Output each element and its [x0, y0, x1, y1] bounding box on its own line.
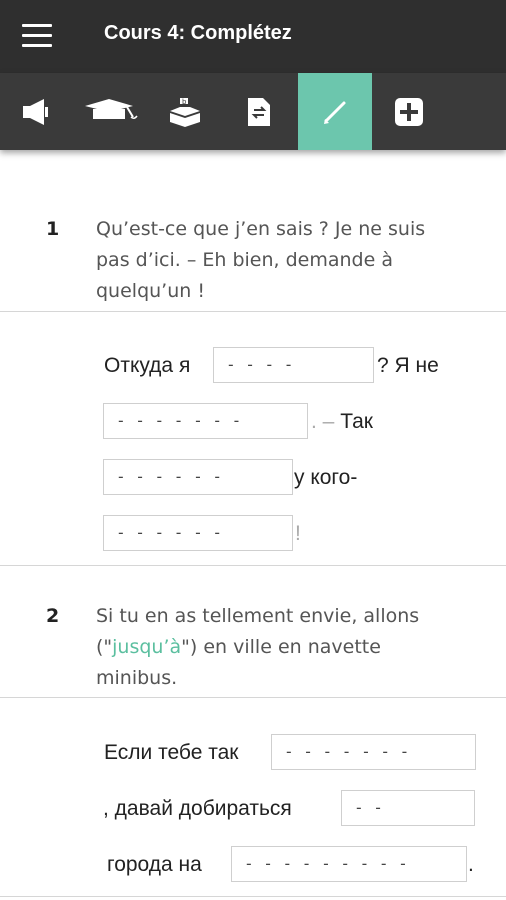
french-line: minibus. [96, 667, 178, 689]
russian-text: у кого- [294, 466, 358, 489]
russian-word: Так [340, 410, 373, 433]
divider [0, 565, 506, 566]
tool-exercise[interactable] [298, 73, 372, 150]
french-fragment: ") en ville en navette [181, 636, 381, 658]
russian-text: Если тебе так [104, 741, 239, 764]
divider [0, 697, 506, 698]
punctuation: . – [311, 410, 335, 433]
stamp-icon: b [170, 97, 200, 127]
russian-text: , давай добираться [103, 797, 292, 820]
french-line: Qu’est-ce que j’en sais ? Je ne suis [96, 218, 426, 240]
answer-gap-input[interactable]: - - [341, 790, 475, 826]
pencil-icon [324, 101, 346, 124]
highlighted-word[interactable]: jusqu’à [112, 636, 181, 658]
answer-gap-input[interactable]: - - - - [213, 347, 374, 383]
swap-document-icon [248, 97, 270, 126]
russian-text: Откуда я [104, 354, 191, 377]
exercise-number: 1 [46, 218, 60, 240]
russian-text: . [468, 853, 474, 876]
french-line: ("jusqu’à") en ville en navette [96, 632, 456, 663]
divider [0, 311, 506, 312]
exercise-french-text: Si tu en as tellement envie, allons ("ju… [96, 601, 456, 694]
french-line: quelqu’un ! [96, 280, 205, 302]
graduation-cap-icon [85, 98, 138, 119]
megaphone-icon [23, 98, 48, 125]
russian-text: ? Я не [377, 354, 439, 377]
menu-icon[interactable] [22, 24, 52, 48]
russian-text: . – Так [311, 410, 373, 434]
page-title: Cours 4: Complétez [104, 22, 292, 44]
exercise-french-text: Qu’est-ce que j’en sais ? Je ne suis pas… [96, 214, 456, 307]
tool-lesson[interactable] [74, 73, 148, 150]
russian-text: ! [295, 522, 301, 545]
divider [0, 896, 506, 897]
answer-gap-input[interactable]: - - - - - - - [103, 403, 308, 439]
tool-vote[interactable]: b [148, 73, 222, 150]
answer-gap-input[interactable]: - - - - - - - - - [231, 846, 467, 882]
russian-text: города на [107, 853, 202, 876]
tool-add[interactable] [372, 73, 446, 150]
tool-audio[interactable] [0, 73, 74, 150]
svg-text:b: b [182, 98, 187, 106]
french-line: pas d’ici. – Eh bien, demande à [96, 249, 393, 271]
answer-gap-input[interactable]: - - - - - - [103, 515, 293, 551]
app-bar: Cours 4: Complétez [0, 0, 506, 73]
french-fragment: (" [96, 636, 113, 658]
tool-translate[interactable] [222, 73, 296, 150]
french-line: Si tu en as tellement envie, allons [96, 605, 420, 627]
answer-gap-input[interactable]: - - - - - - - [271, 734, 476, 770]
answer-gap-input[interactable]: - - - - - - [103, 459, 293, 495]
exercise-number: 2 [46, 605, 60, 627]
plus-icon [395, 97, 423, 126]
toolbar: b [0, 73, 506, 150]
